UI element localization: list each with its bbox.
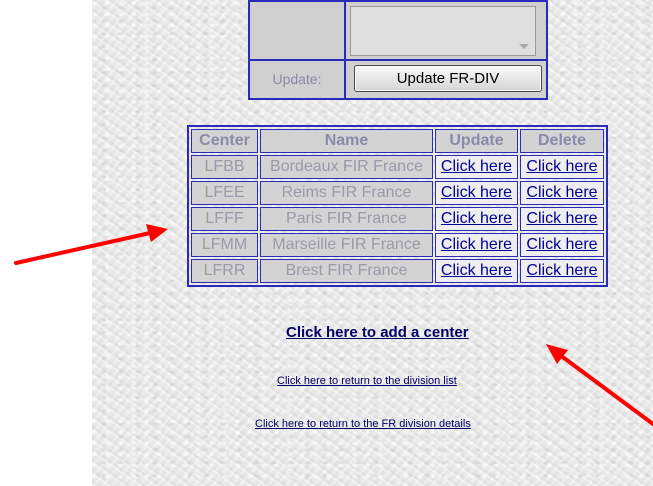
arrow-to-add-link-icon [546, 344, 653, 426]
annotation-arrows [14, 224, 653, 426]
arrow-to-table-icon [14, 224, 168, 265]
